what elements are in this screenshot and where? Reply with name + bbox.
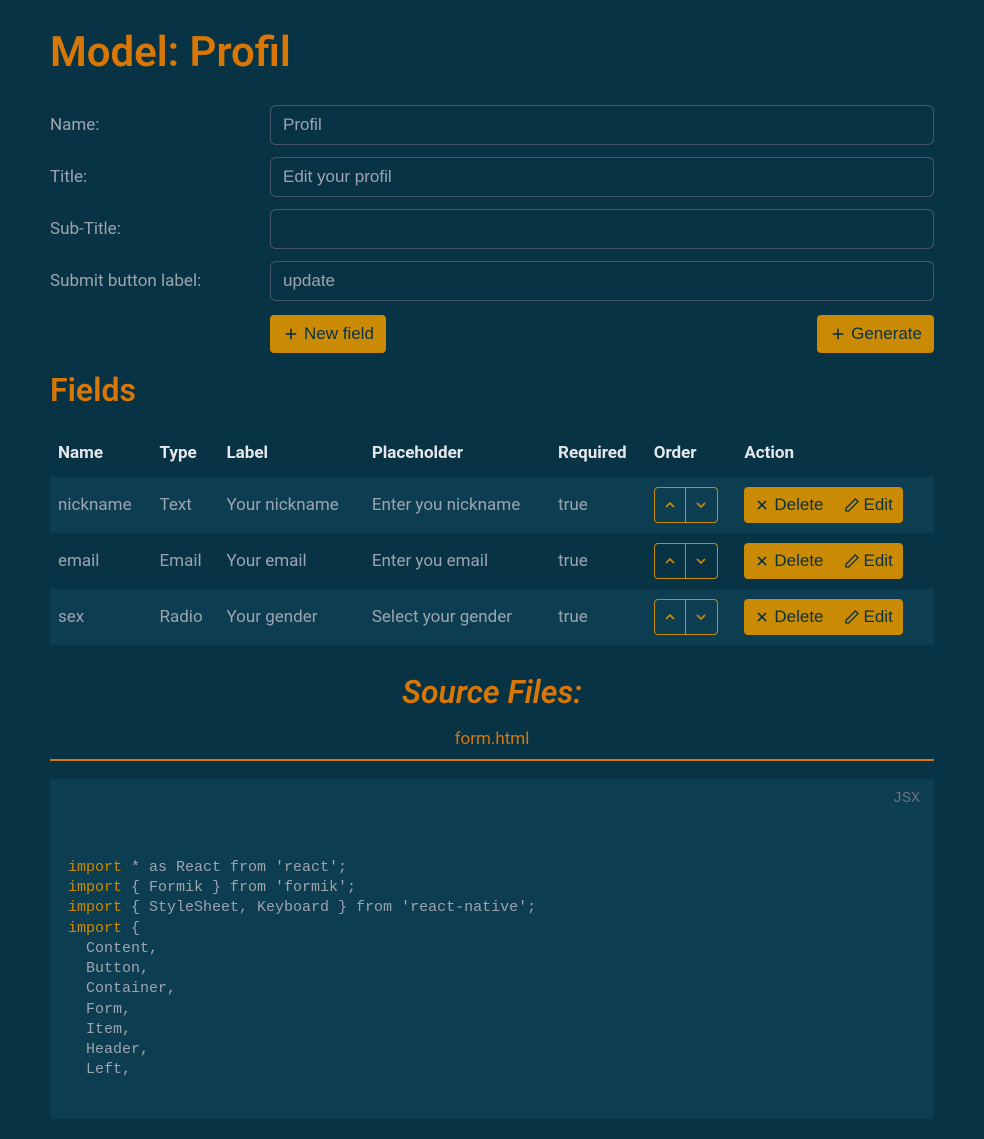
fields-section-title: Fields (50, 371, 934, 409)
th-type: Type (152, 429, 219, 477)
source-files-title: Source Files: (50, 673, 934, 711)
plus-icon (829, 325, 847, 343)
edit-button[interactable]: Edit (834, 543, 903, 579)
cell-label: Your email (218, 533, 363, 589)
cell-name: email (50, 533, 152, 589)
name-label: Name: (50, 115, 250, 135)
edit-button[interactable]: Edit (834, 599, 903, 635)
move-up-button[interactable] (654, 599, 686, 635)
cell-required: true (550, 477, 646, 533)
source-file-tab[interactable]: form.html (50, 729, 934, 761)
submit-button-label-input[interactable] (270, 261, 934, 301)
submit-button-label-label: Submit button label: (50, 271, 250, 291)
generate-button[interactable]: Generate (817, 315, 934, 353)
chevron-down-icon (693, 497, 709, 513)
cell-name: nickname (50, 477, 152, 533)
subtitle-input[interactable] (270, 209, 934, 249)
cell-placeholder: Select your gender (364, 589, 550, 645)
subtitle-label: Sub-Title: (50, 219, 250, 239)
move-down-button[interactable] (686, 543, 718, 579)
close-icon (754, 553, 770, 569)
page-title: Model: Profil (50, 28, 934, 77)
move-down-button[interactable] (686, 487, 718, 523)
cell-name: sex (50, 589, 152, 645)
move-up-button[interactable] (654, 487, 686, 523)
new-field-button[interactable]: New field (270, 315, 386, 353)
cell-required: true (550, 533, 646, 589)
delete-button-label: Delete (774, 607, 823, 627)
code-language-badge: JSX (893, 789, 920, 809)
pencil-icon (844, 497, 860, 513)
close-icon (754, 497, 770, 513)
cell-type: Email (152, 533, 219, 589)
th-placeholder: Placeholder (364, 429, 550, 477)
cell-placeholder: Enter you email (364, 533, 550, 589)
table-row: nickname Text Your nickname Enter you ni… (50, 477, 934, 533)
pencil-icon (844, 553, 860, 569)
th-order: Order (646, 429, 737, 477)
th-label: Label (218, 429, 363, 477)
plus-icon (282, 325, 300, 343)
title-label: Title: (50, 167, 250, 187)
chevron-up-icon (662, 497, 678, 513)
delete-button[interactable]: Delete (744, 599, 833, 635)
move-up-button[interactable] (654, 543, 686, 579)
cell-type: Text (152, 477, 219, 533)
code-block: JSX import * as React from 'react'; impo… (50, 779, 934, 1119)
cell-type: Radio (152, 589, 219, 645)
pencil-icon (844, 609, 860, 625)
table-row: email Email Your email Enter you email t… (50, 533, 934, 589)
close-icon (754, 609, 770, 625)
chevron-down-icon (693, 609, 709, 625)
edit-button[interactable]: Edit (834, 487, 903, 523)
chevron-up-icon (662, 553, 678, 569)
cell-label: Your nickname (218, 477, 363, 533)
fields-table: Name Type Label Placeholder Required Ord… (50, 429, 934, 645)
generate-button-label: Generate (851, 324, 922, 344)
delete-button-label: Delete (774, 495, 823, 515)
cell-required: true (550, 589, 646, 645)
title-input[interactable] (270, 157, 934, 197)
new-field-button-label: New field (304, 324, 374, 344)
chevron-down-icon (693, 553, 709, 569)
edit-button-label: Edit (864, 551, 893, 571)
delete-button[interactable]: Delete (744, 487, 833, 523)
th-required: Required (550, 429, 646, 477)
edit-button-label: Edit (864, 607, 893, 627)
table-row: sex Radio Your gender Select your gender… (50, 589, 934, 645)
edit-button-label: Edit (864, 495, 893, 515)
delete-button-label: Delete (774, 551, 823, 571)
th-action: Action (736, 429, 934, 477)
name-input[interactable] (270, 105, 934, 145)
th-name: Name (50, 429, 152, 477)
cell-placeholder: Enter you nickname (364, 477, 550, 533)
cell-label: Your gender (218, 589, 363, 645)
chevron-up-icon (662, 609, 678, 625)
delete-button[interactable]: Delete (744, 543, 833, 579)
move-down-button[interactable] (686, 599, 718, 635)
